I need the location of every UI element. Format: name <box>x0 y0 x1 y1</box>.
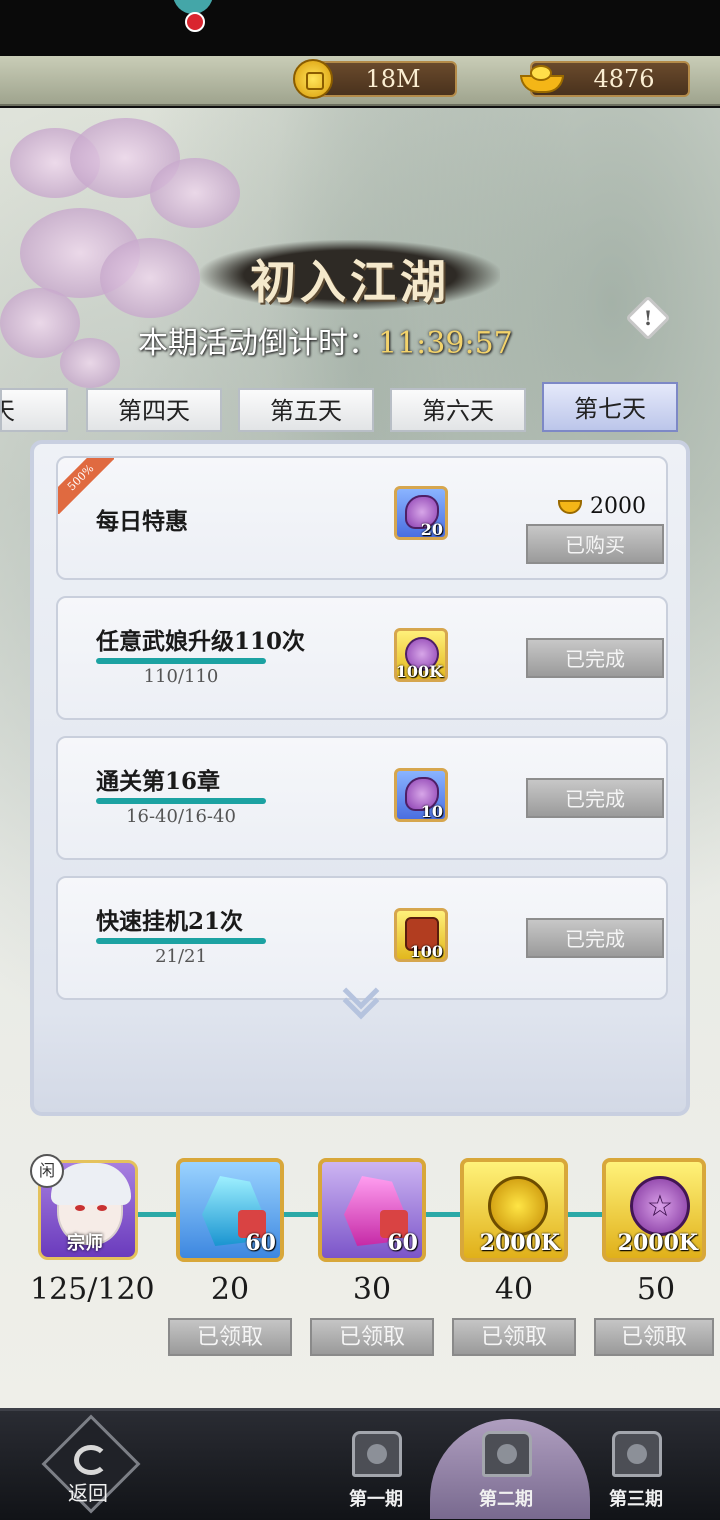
task-title: 通关第16章 <box>96 768 221 795</box>
task-card-upgrade: 任意武娘升级110次 110/110 100K 已完成 <box>56 596 668 720</box>
purchased-button[interactable]: 已购买 <box>526 524 664 564</box>
period-label: 第一期 <box>349 1489 403 1510</box>
milestone-score: 125/120 <box>30 1272 155 1307</box>
reward-item-icon[interactable]: 20 <box>394 486 448 540</box>
milestone-reward-20[interactable]: 60 <box>176 1158 284 1262</box>
ingot-amount: 4876 <box>593 65 655 93</box>
period-label: 第三期 <box>609 1489 663 1510</box>
tab-day-3[interactable]: 第三天 <box>0 388 68 432</box>
milestone-threshold: 40 <box>494 1272 534 1307</box>
reward-item-icon[interactable]: 100K <box>394 628 448 682</box>
coin-amount: 18M <box>365 65 421 93</box>
completed-button[interactable]: 已完成 <box>526 778 664 818</box>
tab-day-5[interactable]: 第五天 <box>238 388 374 432</box>
gold-ingot-icon <box>558 500 582 514</box>
countdown-time: 11:39:57 <box>378 326 513 361</box>
currency-bar: 18M 4876 <box>0 56 720 106</box>
completed-button[interactable]: 已完成 <box>526 638 664 678</box>
countdown-label: 本期活动倒计时： <box>138 326 378 361</box>
period-2-tab[interactable]: 第二期 <box>466 1431 546 1515</box>
reward-qty: 60 <box>387 1230 418 1256</box>
period-1-tab[interactable]: 第一期 <box>336 1431 416 1515</box>
back-swirl-icon <box>74 1445 108 1475</box>
tab-day-6[interactable]: 第六天 <box>390 388 526 432</box>
coin-balance[interactable]: 18M <box>293 59 457 99</box>
avatar-tag-icon: 闲 <box>30 1154 64 1188</box>
reward-qty: 100 <box>409 942 443 961</box>
milestone-reward-40[interactable]: 2000K <box>460 1158 568 1262</box>
reward-qty: 20 <box>420 520 443 539</box>
gold-coin-icon <box>488 1176 548 1236</box>
task-progress-count: 21/21 <box>155 946 207 967</box>
task-progress-count: 110/110 <box>143 666 219 687</box>
completed-button[interactable]: 已完成 <box>526 918 664 958</box>
task-title: 快速挂机21次 <box>96 908 244 935</box>
reward-item-icon[interactable]: 100 <box>394 908 448 962</box>
info-icon: ! <box>643 306 653 330</box>
task-progress-bar <box>96 798 266 804</box>
gold-ingot-icon <box>518 59 566 99</box>
ingot-balance[interactable]: 4876 <box>520 61 690 97</box>
reward-qty: 60 <box>245 1230 276 1256</box>
milestone-threshold: 30 <box>352 1272 392 1307</box>
task-panel: 500% 每日特惠 20 2000 已购买 任意武娘升级110次 110/110… <box>30 440 690 1116</box>
back-label: 返回 <box>68 1481 108 1505</box>
coin-icon <box>293 59 333 99</box>
event-countdown: 本期活动倒计时：11:39:57 <box>138 318 513 362</box>
event-title: 初入江湖 <box>250 255 450 309</box>
milestone-threshold: 20 <box>210 1272 250 1307</box>
task-card-chapter: 通关第16章 16-40/16-40 10 已完成 <box>56 736 668 860</box>
avatar-rank-label: 宗师 <box>67 1233 103 1254</box>
deal-price: 2000 <box>558 494 646 519</box>
claimed-button[interactable]: 已领取 <box>452 1318 576 1356</box>
period-3-tab[interactable]: 第三期 <box>596 1431 676 1515</box>
period-label: 第二期 <box>479 1489 533 1510</box>
task-card-daily-deal: 500% 每日特惠 20 2000 已购买 <box>56 456 668 580</box>
status-strip <box>0 0 720 56</box>
reward-qty: 2000K <box>479 1230 560 1256</box>
claimed-button[interactable]: 已领取 <box>310 1318 434 1356</box>
tab-day-4[interactable]: 第四天 <box>86 388 222 432</box>
bottom-navigation: 返回 第一期 第二期 第三期 <box>0 1408 720 1520</box>
claimed-button[interactable]: 已领取 <box>168 1318 292 1356</box>
reward-item-icon[interactable]: 10 <box>394 768 448 822</box>
reward-qty: 100K <box>395 662 443 681</box>
task-title: 任意武娘升级110次 <box>96 628 306 655</box>
task-progress-count: 16-40/16-40 <box>126 806 236 827</box>
tab-day-7[interactable]: 第七天 <box>542 382 678 432</box>
milestone-reward-50[interactable]: ☆ 2000K <box>602 1158 706 1262</box>
price-value: 2000 <box>590 494 646 519</box>
chest-icon <box>482 1431 532 1477</box>
task-progress-bar <box>96 938 266 944</box>
scroll-down-chevron-icon[interactable] <box>342 972 380 1020</box>
chest-icon <box>352 1431 402 1477</box>
milestone-reward-30[interactable]: 60 <box>318 1158 426 1262</box>
task-progress-bar <box>96 658 266 664</box>
claimed-button[interactable]: 已领取 <box>594 1318 714 1356</box>
purple-star-coin-icon: ☆ <box>630 1176 690 1236</box>
event-title-banner: 初入江湖 <box>200 240 500 310</box>
milestone-threshold: 50 <box>636 1272 676 1307</box>
task-title: 每日特惠 <box>96 508 188 535</box>
chest-icon <box>612 1431 662 1477</box>
reward-qty: 10 <box>420 802 443 821</box>
reward-qty: 2000K <box>617 1230 698 1256</box>
bird-mascot-icon <box>155 0 243 40</box>
